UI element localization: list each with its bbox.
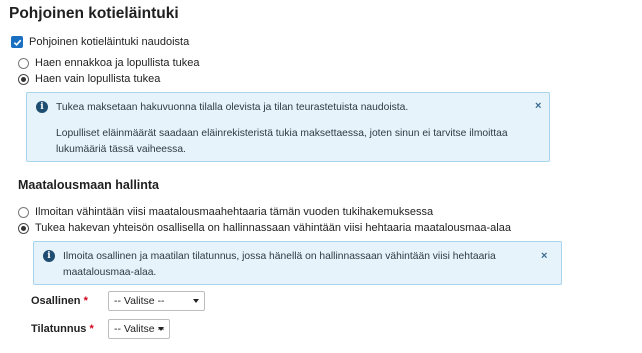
field-label-text: Osallinen [31,295,81,307]
info-text-line: Tukea maksetaan hakuvuonna tilalla olevi… [56,102,409,113]
select-value: -- Valitse -- [114,295,165,307]
field-label-text: Tilatunnus [31,323,87,335]
required-marker: * [89,323,94,335]
section-title: Pohjoinen kotieläintuki [9,5,179,22]
required-marker: * [83,295,88,307]
info-text-line: Ilmoita osallinen ja maatilan tilatunnus… [63,251,496,262]
radio-label: Haen ennakkoa ja lopullista tukea [35,57,200,69]
radio-label: Haen vain lopullista tukea [35,73,161,85]
radio-selected-icon[interactable] [18,222,29,234]
chevron-down-icon [158,327,164,331]
tilatunnus-label: Tilatunnus * [31,323,94,335]
subsection-title: Maatalousmaan hallinta [18,178,160,192]
radio-label: Tukea hakevan yhteisön osallisella on ha… [35,222,511,234]
radio-unselected-icon[interactable] [18,206,29,218]
tilatunnus-select[interactable]: -- Valitse -- [108,319,170,339]
info-text-line: lukumääriä tässä vaiheessa. [56,144,186,155]
close-icon[interactable]: × [535,99,541,114]
radio-option-ennakko[interactable]: Haen ennakkoa ja lopullista tukea [18,57,200,69]
checkbox-checked-icon[interactable] [11,36,23,48]
info-text-line: Lopulliset eläinmäärät saadaan eläinreki… [56,128,508,139]
info-icon: i [43,250,55,262]
select-value: -- Valitse -- [114,323,165,335]
close-icon[interactable]: × [541,249,547,264]
osallinen-label: Osallinen * [31,295,88,307]
radio-option-lopullinen[interactable]: Haen vain lopullista tukea [18,73,160,85]
osallinen-select[interactable]: -- Valitse -- [108,291,205,311]
radio-option-osallinen[interactable]: Tukea hakevan yhteisön osallisella on ha… [18,222,511,234]
info-icon: i [36,101,48,113]
info-text-line: maatalousmaa-alaa. [63,267,157,278]
radio-label: Ilmoitan vähintään viisi maatalousmaaheh… [35,206,434,218]
radio-option-viisi-hehtaaria[interactable]: Ilmoitan vähintään viisi maatalousmaaheh… [18,206,433,218]
form-page: Pohjoinen kotieläintuki Pohjoinen kotiel… [0,0,642,353]
radio-unselected-icon[interactable] [18,57,29,69]
pohjoinen-kotielaintuki-checkbox[interactable]: Pohjoinen kotieläintuki naudoista [11,36,189,48]
radio-selected-icon[interactable] [18,73,29,85]
info-alert-nauta: i Tukea maksetaan hakuvuonna tilalla ole… [26,92,550,162]
chevron-down-icon [193,299,199,303]
checkbox-label: Pohjoinen kotieläintuki naudoista [29,36,190,48]
info-alert-maatalousmaa: i Ilmoita osallinen ja maatilan tilatunn… [33,241,562,285]
